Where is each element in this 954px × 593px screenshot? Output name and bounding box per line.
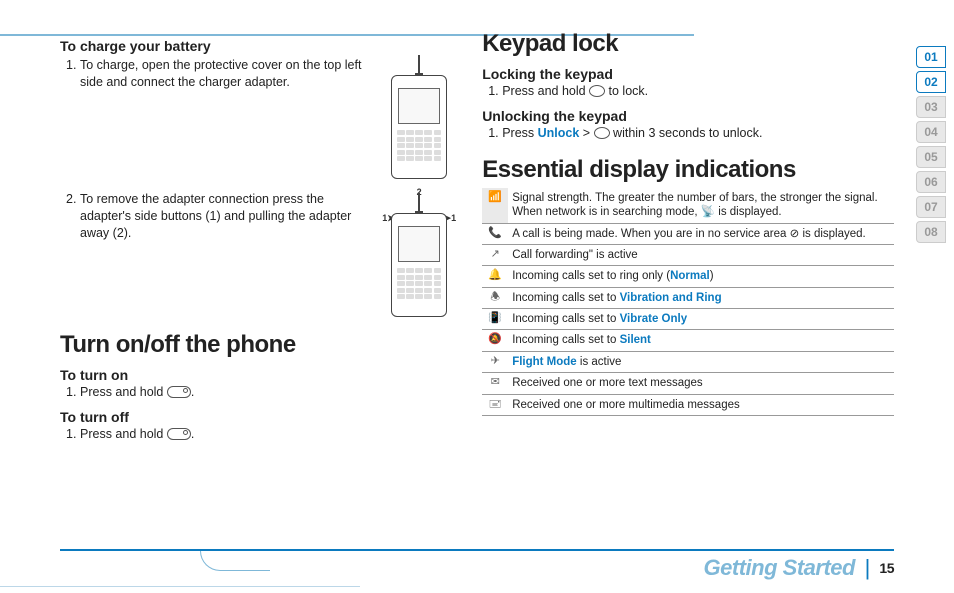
mms-icon: 🖃	[482, 394, 508, 415]
call-icon: 📞	[482, 223, 508, 244]
phone-illustration-2: 2 1➤ ➤1	[386, 189, 452, 317]
table-row: 🔕 Incoming calls set to Silent	[482, 330, 894, 351]
row1b-text: is displayed.	[715, 206, 781, 218]
unlock-heading: Unlocking the keypad	[482, 108, 894, 124]
table-row: ✈ Flight Mode is active	[482, 351, 894, 372]
lock-heading: Locking the keypad	[482, 66, 894, 82]
footer-divider: |	[865, 555, 870, 580]
page-footer: Getting Started | 15	[60, 549, 894, 581]
row2b-text: is displayed.	[799, 228, 865, 240]
row4-link: Normal	[670, 270, 710, 282]
lock-key-icon	[589, 85, 605, 97]
turn-heading: Turn on/off the phone	[60, 331, 452, 359]
keypad-heading: Keypad lock	[482, 30, 894, 58]
signal-icon: 📶	[482, 188, 508, 223]
charge-step1-row: To charge, open the protective cover on …	[60, 55, 452, 179]
vibrate-icon: 📳	[482, 309, 508, 330]
period: .	[191, 427, 194, 441]
signal-search-icon: 📡	[701, 206, 715, 218]
table-row: 🖃Received one or more multimedia message…	[482, 394, 894, 415]
row4a-text: Incoming calls set to ring only (	[512, 270, 670, 282]
row4b-text: )	[710, 270, 714, 282]
power-key-icon	[167, 386, 191, 398]
turn-off-heading: To turn off	[60, 409, 452, 425]
charge-step2-row: To remove the adapter connection press t…	[60, 189, 452, 317]
forward-icon: ↗	[482, 244, 508, 265]
row10-text: Received one or more multimedia messages	[508, 394, 894, 415]
ring-icon: 🔔	[482, 266, 508, 287]
row7-link: Silent	[620, 334, 651, 346]
turn-on-heading: To turn on	[60, 367, 452, 383]
phone-illustration-1	[386, 55, 452, 179]
tab-02[interactable]: 02	[916, 71, 946, 93]
tab-03[interactable]: 03	[916, 96, 946, 118]
vibring-icon: 🕭	[482, 287, 508, 308]
unlock-key-icon	[594, 127, 610, 139]
table-row: ↗Call forwarding" is active	[482, 244, 894, 265]
table-row: 🔔 Incoming calls set to ring only (Normal…	[482, 266, 894, 287]
flight-icon: ✈	[482, 351, 508, 372]
section-title: Getting Started	[704, 555, 855, 580]
no-service-icon: ⊘	[790, 228, 800, 240]
unlock-step-c: within 3 seconds to unlock.	[610, 126, 763, 140]
row6-link: Vibrate Only	[620, 313, 688, 325]
lock-step: Press and hold to lock.	[502, 83, 894, 100]
page-content: To charge your battery To charge, open t…	[60, 30, 894, 563]
turn-on-step-text: Press and hold	[80, 385, 167, 399]
lock-step-b: to lock.	[605, 84, 648, 98]
chapter-tabs: 01 02 03 04 05 06 07 08	[916, 46, 946, 243]
charge-step1-text: To charge, open the protective cover on …	[80, 57, 378, 91]
row5a-text: Incoming calls set to	[512, 292, 619, 304]
tab-01[interactable]: 01	[916, 46, 946, 68]
row2a-text: A call is being made. When you are in no…	[512, 228, 789, 240]
row5-link: Vibration and Ring	[620, 292, 722, 304]
tab-06[interactable]: 06	[916, 171, 946, 193]
table-row: 📞 A call is being made. When you are in n…	[482, 223, 894, 244]
page-number: 15	[879, 560, 894, 576]
unlock-step-b: >	[579, 126, 593, 140]
tab-08[interactable]: 08	[916, 221, 946, 243]
right-column: Keypad lock Locking the keypad Press and…	[482, 30, 894, 563]
row8-link: Flight Mode	[512, 356, 577, 368]
row3-text: Call forwarding" is active	[508, 244, 894, 265]
turn-off-step: Press and hold .	[80, 426, 452, 443]
period: .	[191, 385, 194, 399]
row7a-text: Incoming calls set to	[512, 334, 619, 346]
envelope-icon: ✉	[482, 373, 508, 394]
lock-step-a: Press and hold	[502, 84, 589, 98]
cable-icon	[414, 193, 424, 213]
row9-text: Received one or more text messages	[508, 373, 894, 394]
charge-heading: To charge your battery	[60, 38, 452, 54]
tab-05[interactable]: 05	[916, 146, 946, 168]
charge-step2-text: To remove the adapter connection press t…	[80, 191, 378, 242]
unlock-step: Press Unlock > within 3 seconds to unloc…	[502, 125, 894, 142]
table-row: 🕭 Incoming calls set to Vibration and Rin…	[482, 287, 894, 308]
indicators-table: 📶Signal strength. The greater the number…	[482, 188, 894, 416]
turn-off-step-text: Press and hold	[80, 427, 167, 441]
row8b-text: is active	[577, 356, 622, 368]
left-column: To charge your battery To charge, open t…	[60, 30, 452, 563]
row1-text: Signal strength. The greater the number …	[512, 192, 877, 218]
tab-04[interactable]: 04	[916, 121, 946, 143]
row6a-text: Incoming calls set to	[512, 313, 619, 325]
silent-icon: 🔕	[482, 330, 508, 351]
unlock-link: Unlock	[538, 126, 580, 140]
tab-07[interactable]: 07	[916, 196, 946, 218]
table-row: ✉Received one or more text messages	[482, 373, 894, 394]
ess-heading: Essential display indications	[482, 156, 894, 184]
table-row: 📶Signal strength. The greater the number…	[482, 188, 894, 223]
turn-on-step: Press and hold .	[80, 384, 452, 401]
cable-icon	[414, 55, 424, 75]
power-key-icon	[167, 428, 191, 440]
table-row: 📳 Incoming calls set to Vibrate Only	[482, 309, 894, 330]
unlock-step-a: Press	[502, 126, 537, 140]
